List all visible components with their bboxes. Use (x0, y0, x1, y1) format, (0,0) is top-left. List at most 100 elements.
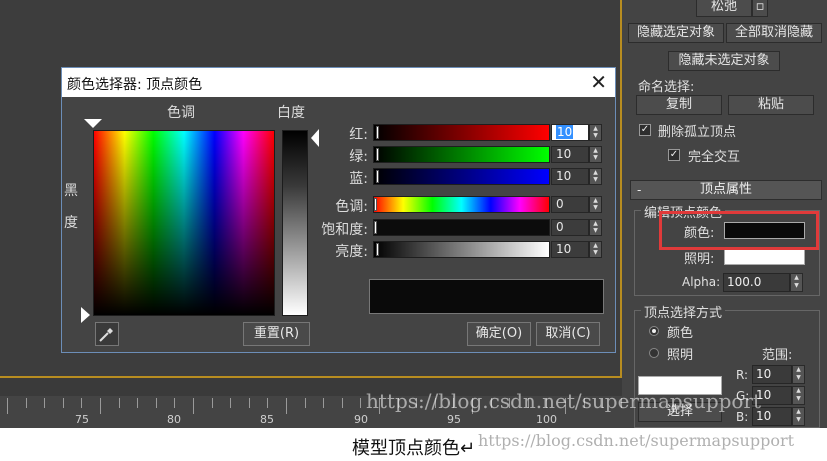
select-by-color-radio[interactable] (649, 326, 659, 336)
hide-selected-label: 隐藏选定对象 (636, 25, 715, 40)
range-r-label: R: (736, 368, 749, 382)
ruler-label-95: 95 (447, 413, 461, 426)
range-r-input[interactable]: 10 (752, 365, 792, 384)
select-by-illum-label: 照明 (667, 348, 694, 363)
red-spinner[interactable]: ▲ ▼ (589, 124, 602, 141)
delete-isolated-checkbox[interactable]: ✓ (639, 124, 651, 136)
saturation-spinner[interactable]: ▲ ▼ (589, 219, 602, 236)
ruler-label-90: 90 (354, 413, 368, 426)
highlight-box (659, 211, 819, 250)
ok-label: 确定(O) (475, 326, 523, 341)
blue-label: 蓝: (349, 171, 368, 187)
ruler-tick (155, 398, 157, 408)
value-slider-thumb[interactable] (376, 243, 379, 256)
ruler-tick (341, 398, 343, 408)
illumination-swatch[interactable] (724, 248, 805, 265)
hue-marker-icon[interactable] (84, 119, 102, 128)
value-label: 亮度: (335, 244, 368, 260)
alpha-label: Alpha: (682, 275, 721, 289)
value-value-input[interactable]: 10 (551, 241, 589, 258)
reset-label: 重置(R) (253, 326, 300, 341)
ruler-tick (360, 398, 362, 408)
saturation-slider[interactable] (373, 219, 550, 236)
saturation-value-input[interactable]: 0 (551, 219, 589, 236)
ruler-tick (118, 398, 120, 408)
illumination-label: 照明: (684, 252, 715, 267)
close-icon[interactable]: ✕ (590, 70, 607, 94)
unhide-all-button[interactable]: 全部取消隐藏 (726, 23, 822, 43)
range-r-spinner[interactable]: ▲ ▼ (792, 365, 805, 384)
vertex-properties-rollout[interactable]: - 顶点属性 (630, 180, 822, 200)
named-selection-label: 命名选择: (638, 80, 695, 95)
red-value-input[interactable]: 10 (551, 124, 589, 141)
saturation-slider-thumb[interactable] (374, 221, 377, 234)
ruler-label-100: 100 (536, 413, 557, 426)
figure-caption: 模型顶点颜色↵ (352, 438, 476, 459)
ok-button[interactable]: 确定(O) (467, 322, 531, 346)
reset-button[interactable]: 重置(R) (243, 322, 310, 346)
copy-label: 复制 (665, 97, 692, 112)
hide-unselected-button[interactable]: 隐藏未选定对象 (668, 51, 780, 71)
ruler-label-80: 80 (167, 413, 181, 426)
color-preview (369, 279, 604, 314)
value-spinner[interactable]: ▲ ▼ (589, 241, 602, 258)
ruler-label-85: 85 (260, 413, 274, 426)
ruler-tick (25, 398, 27, 408)
blackness-marker-icon[interactable] (81, 307, 90, 323)
eyedropper-button[interactable] (95, 322, 119, 346)
green-value-input[interactable]: 10 (551, 146, 589, 163)
whiteness-marker-icon[interactable] (311, 129, 319, 147)
ruler-tick (137, 398, 139, 408)
cancel-button[interactable]: 取消(C) (536, 322, 600, 346)
alpha-spinner[interactable]: ▲ ▼ (790, 273, 803, 292)
red-value: 10 (556, 125, 574, 139)
range-b-spinner[interactable]: ▲ ▼ (792, 407, 805, 426)
blue-value-input[interactable]: 10 (551, 168, 589, 185)
loosen-label: 松弛 (710, 0, 737, 14)
blue-spinner[interactable]: ▲ ▼ (589, 168, 602, 185)
dialog-titlebar[interactable]: 颜色选择器: 顶点颜色 ✕ (62, 68, 615, 97)
ruler-tick (230, 398, 232, 408)
green-spinner[interactable]: ▲ ▼ (589, 146, 602, 163)
blue-slider[interactable] (373, 168, 550, 185)
select-by-color-label: 颜色 (667, 326, 694, 341)
copy-button[interactable]: 复制 (636, 95, 722, 115)
eyedropper-icon (99, 328, 113, 342)
blackness-label-top: 黑 (64, 183, 78, 199)
paste-button[interactable]: 粘贴 (728, 95, 814, 115)
hue-blackness-picker[interactable] (93, 130, 275, 316)
range-g-spinner[interactable]: ▲ ▼ (792, 386, 805, 405)
color-selector-dialog: 颜色选择器: 顶点颜色 ✕ 色调 白度 黑 度 重置(R) 红: 10 ▲ ▼ 绿… (61, 67, 616, 353)
hue-spinner[interactable]: ▲ ▼ (589, 196, 602, 213)
whiteness-bar[interactable] (282, 130, 308, 316)
ruler-tick (193, 398, 194, 414)
green-slider-thumb[interactable] (376, 148, 379, 161)
watermark-bottom: https://blog.csdn.net/supermapsupport (478, 431, 795, 450)
loosen-button[interactable]: 松弛 (696, 0, 752, 17)
green-label: 绿: (349, 149, 368, 165)
hide-unselected-label: 隐藏未选定对象 (678, 53, 770, 68)
rollout-title: 顶点属性 (699, 182, 752, 197)
red-slider-thumb[interactable] (376, 126, 379, 139)
red-slider[interactable] (373, 124, 550, 141)
ruler-tick (100, 398, 101, 414)
paste-label: 粘贴 (757, 97, 784, 112)
hue-slider[interactable] (373, 196, 550, 213)
loosen-settings-button[interactable]: ▫ (752, 0, 768, 17)
green-slider[interactable] (373, 146, 550, 163)
ruler-tick (286, 398, 287, 414)
value-slider[interactable] (373, 241, 550, 258)
hide-selected-button[interactable]: 隐藏选定对象 (628, 23, 724, 43)
alpha-input[interactable]: 100.0 (723, 273, 790, 292)
ruler-tick (81, 398, 83, 408)
blue-slider-thumb[interactable] (376, 170, 379, 183)
hue-slider-thumb[interactable] (374, 198, 377, 211)
ruler-tick (323, 398, 325, 408)
ruler-tick (44, 398, 46, 408)
ruler-tick (174, 398, 176, 408)
range-label: 范围: (762, 348, 793, 363)
delete-isolated-label: 删除孤立顶点 (658, 125, 737, 140)
hue-value-input[interactable]: 0 (551, 196, 589, 213)
full-interaction-checkbox[interactable]: ✓ (668, 149, 680, 161)
select-by-illum-radio[interactable] (649, 348, 659, 358)
